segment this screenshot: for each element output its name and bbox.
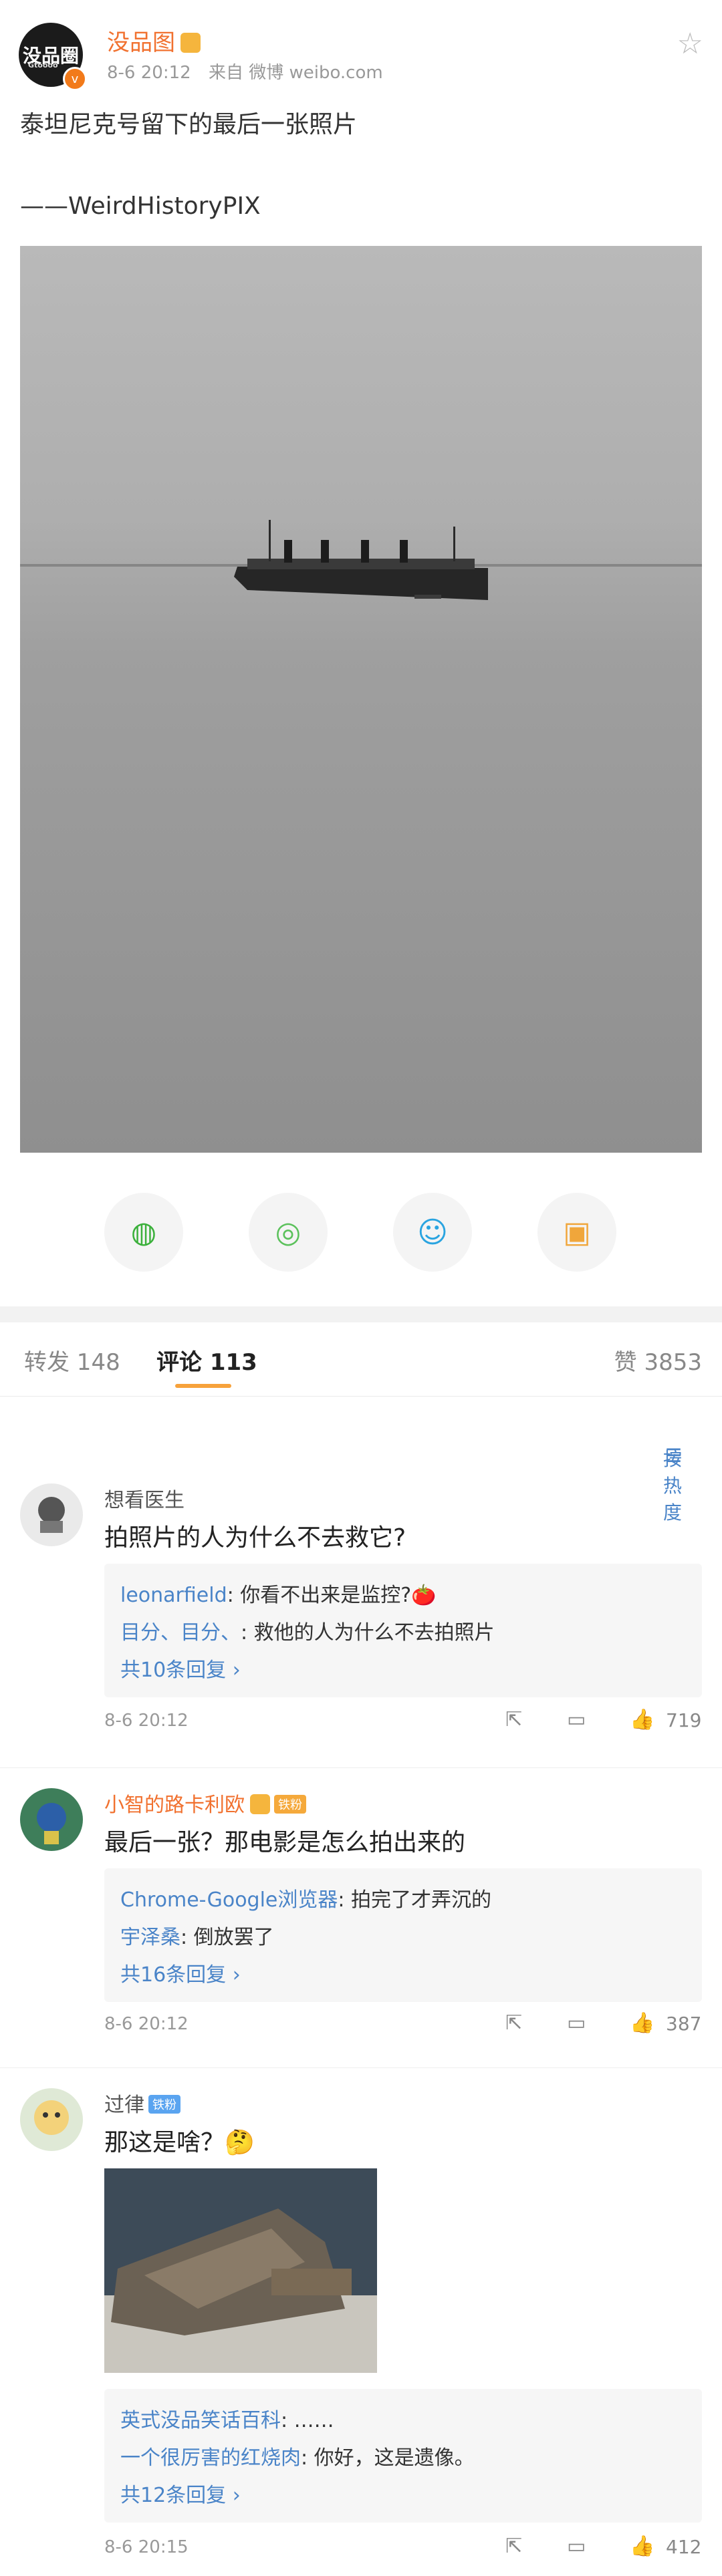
comment-image-shipwreck[interactable] [104,2168,377,2373]
comment-item: 小智的路卡利欧 铁粉 最后一张？那电影是怎么拍出来的 Chrome-Google浏… [0,1768,722,2068]
favorite-star-icon[interactable]: ☆ [677,27,703,61]
like-count: 387 [666,2013,702,2035]
share-row: ◍ ◎ ☺ ▣ [0,1193,722,1306]
reply-preview-box[interactable]: leonarfield: 你看不出来是监控?🍅 目分、目分、: 救他的人为什么不… [104,1564,702,1697]
avatar-cartoon-icon [34,2100,69,2135]
more-replies-link[interactable]: 共16条回复 › [120,1957,686,1994]
post-header: 没品圈 Gtoooo v 没品图 8-6 20:12 来自 微博 weibo.c… [0,0,722,91]
like-count: 719 [666,1709,702,1731]
reply-line: 英式没品笑话百科: …… [120,2402,686,2440]
avatar-sub-text: Gtoooo [28,61,58,69]
reply-username[interactable]: 一个很厉害的红烧肉 [120,2446,301,2470]
reply-preview-box[interactable]: 英式没品笑话百科: …… 一个很厉害的红烧肉: 你好，这是遗像。 共12条回复 … [104,2389,702,2523]
comment-time: 8-6 20:12 [104,1711,189,1731]
reply-username[interactable]: 宇泽桑 [120,1926,180,1949]
reply-line: 目分、目分、: 救他的人为什么不去拍照片 [120,1614,686,1652]
like-comment-icon[interactable]: 👍 [630,1708,654,1731]
reply-username[interactable]: 英式没品笑话百科 [120,2409,281,2432]
reply-username[interactable]: Chrome-Google浏览器 [120,1888,338,1912]
like-count: 412 [666,2536,702,2558]
moments-icon: ◎ [275,1215,302,1250]
comment-username[interactable]: 想看医生 [104,1483,185,1513]
tab-likes[interactable]: 赞 3853 [614,1344,702,1377]
more-replies-link[interactable]: 共12条回复 › [120,2477,686,2515]
post-body: 泰坦尼克号留下的最后一张照片 ——WeirdHistoryPIX [0,87,722,227]
comment-item: 想看医生 拍照片的人为什么不去救它? leonarfield: 你看不出来是监控… [0,1463,722,1768]
avatar-figure-icon [38,1497,65,1533]
repost-comment-icon[interactable]: ⇱ [505,2535,522,2558]
verified-badge-icon: v [63,67,87,91]
share-moments-button[interactable]: ◎ [249,1193,328,1272]
comment-item: 过律 铁粉 那这是啥？🤔 英式没品笑话百科: …… 一个很厉害的红烧肉: 你好，这… [0,2068,722,2576]
interaction-tabs: 转发 148 评论 113 赞 3853 [0,1322,722,1397]
reply-comment-icon[interactable]: ▭ [567,2011,586,2035]
reply-line: 一个很厉害的红烧肉: 你好，这是遗像。 [120,2440,686,2477]
crown-badge-icon [180,33,201,53]
post-text-line-1: 泰坦尼克号留下的最后一张照片 [20,111,358,138]
reply-text: : …… [281,2409,334,2432]
author-name-text[interactable]: 没品图 [107,29,175,56]
like-comment-icon[interactable]: 👍 [630,2535,654,2558]
tab-repost[interactable]: 转发 148 [24,1344,120,1377]
reply-line: leonarfield: 你看不出来是监控?🍅 [120,1577,686,1614]
comment-avatar[interactable] [20,1483,83,1546]
comment-avatar[interactable] [20,2088,83,2151]
share-qq-button[interactable]: ☺ [393,1193,472,1272]
comment-time: 8-6 20:15 [104,2537,189,2557]
reply-text: : 拍完了才弄沉的 [338,1888,492,1912]
comment-username[interactable]: 过律 铁粉 [104,2088,180,2118]
post-time: 8-6 20:12 [107,63,191,83]
crown-badge-icon [250,1794,270,1814]
tab-comments[interactable]: 评论 113 [156,1344,257,1377]
post-text-line-2: ——WeirdHistoryPIX [20,192,261,220]
reply-username[interactable]: leonarfield [120,1584,227,1607]
reply-line: 宇泽桑: 倒放罢了 [120,1919,686,1957]
author-name[interactable]: 没品图 [107,24,201,57]
post-source: 来自 微博 weibo.com [208,63,383,83]
repost-comment-icon[interactable]: ⇱ [505,1708,522,1731]
comment-time: 8-6 20:12 [104,2014,189,2034]
comment-text: 那这是啥？🤔 [104,2129,255,2156]
fan-badge: 铁粉 [148,2095,180,2114]
repost-comment-icon[interactable]: ⇱ [505,2011,522,2035]
reply-username[interactable]: 目分、目分、 [120,1621,241,1644]
fan-badge: 铁粉 [274,1795,306,1814]
post-meta: 8-6 20:12 来自 微博 weibo.com [107,59,395,84]
save-image-button[interactable]: ▣ [537,1193,616,1272]
sort-control: ☰ 按热度 [0,1397,722,1524]
reply-text: : 你好，这是遗像。 [301,2446,475,2470]
reply-comment-icon[interactable]: ▭ [567,2535,586,2558]
qq-icon: ☺ [417,1215,448,1250]
comment-username-text[interactable]: 小智的路卡利欧 [104,1794,245,1817]
section-divider [0,1306,722,1322]
reply-preview-box[interactable]: Chrome-Google浏览器: 拍完了才弄沉的 宇泽桑: 倒放罢了 共16条… [104,1868,702,2002]
post-photo[interactable] [20,246,702,1153]
titanic-ship-illustration [234,520,488,600]
comment-text: 最后一张？那电影是怎么拍出来的 [104,1829,466,1856]
save-image-icon: ▣ [563,1215,591,1250]
reply-text: : 倒放罢了 [180,1926,274,1949]
reply-comment-icon[interactable]: ▭ [567,1708,586,1731]
reply-line: Chrome-Google浏览器: 拍完了才弄沉的 [120,1882,686,1919]
more-replies-link[interactable]: 共10条回复 › [120,1652,686,1689]
wechat-icon: ◍ [130,1215,157,1250]
reply-text: : 你看不出来是监控?🍅 [227,1584,437,1607]
like-comment-icon[interactable]: 👍 [630,2011,654,2035]
active-tab-indicator [175,1384,231,1388]
comment-avatar[interactable] [20,1788,83,1851]
comment-username-text[interactable]: 过律 [104,2094,144,2117]
reply-text: : 救他的人为什么不去拍照片 [241,1621,495,1644]
comment-username[interactable]: 小智的路卡利欧 铁粉 [104,1788,306,1818]
avatar-character-icon [37,1803,66,1844]
comment-text: 拍照片的人为什么不去救它? [104,1524,406,1552]
share-wechat-button[interactable]: ◍ [104,1193,183,1272]
